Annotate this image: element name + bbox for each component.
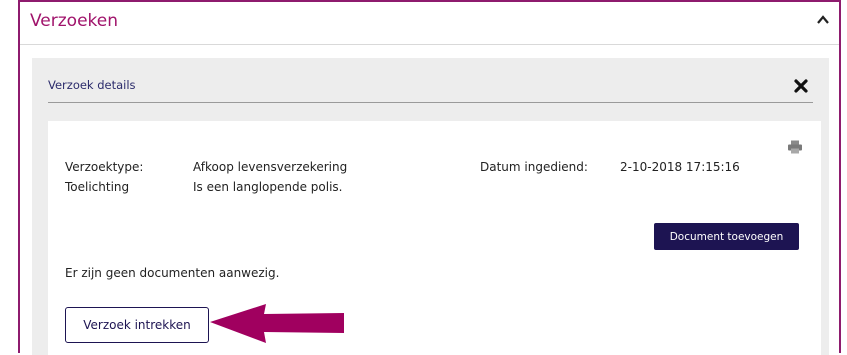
withdraw-request-button[interactable]: Verzoek intrekken [65,307,209,343]
details-card: Verzoektype: Afkoop levensverzekering Da… [48,121,821,355]
datum-ingediend-value: 2-10-2018 17:15:16 [620,160,740,174]
panel-title: Verzoeken [30,11,119,31]
close-icon[interactable] [793,78,809,94]
chevron-up-icon[interactable] [815,12,831,28]
datum-ingediend-label: Datum ingediend: [480,160,588,174]
no-documents-text: Er zijn geen documenten aanwezig. [65,266,280,280]
toelichting-value: Is een langlopende polis. [193,180,343,194]
verzoektype-value: Afkoop levensverzekering [193,160,348,174]
verzoektype-label: Verzoektype: [65,160,144,174]
details-title: Verzoek details [48,78,136,92]
details-header: Verzoek details [32,58,829,102]
pointer-arrow-icon [210,304,344,343]
add-document-button[interactable]: Document toevoegen [654,223,799,250]
toelichting-label: Toelichting [65,180,130,194]
printer-icon[interactable] [787,139,803,155]
panel-header[interactable]: Verzoeken [20,2,839,45]
requests-panel: Verzoeken Verzoek details Verzoektype: A… [18,0,841,355]
request-details-section: Verzoek details Verzoektype: Afkoop leve… [32,58,829,355]
details-divider [48,102,813,103]
